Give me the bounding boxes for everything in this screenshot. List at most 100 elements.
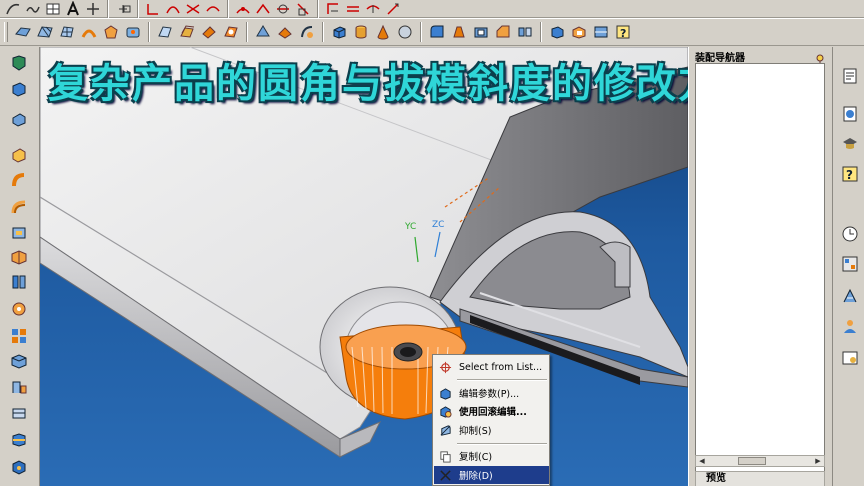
- rollback-edit-icon: [434, 402, 456, 420]
- assembly-navigator-tab-icon[interactable]: [839, 65, 861, 87]
- bridge-curve-icon[interactable]: [234, 1, 252, 17]
- sketch-tool-icon[interactable]: [9, 53, 29, 73]
- ruled-surface-icon[interactable]: [35, 22, 55, 42]
- toolbar-separator: [540, 22, 542, 42]
- help-tab-icon[interactable]: ?: [839, 163, 861, 185]
- spline-icon[interactable]: [24, 1, 42, 17]
- slot-icon[interactable]: [9, 272, 29, 292]
- extension-icon[interactable]: [199, 22, 219, 42]
- groove-icon[interactable]: [9, 299, 29, 319]
- datum-block-icon[interactable]: [9, 79, 29, 99]
- project-curve-icon[interactable]: [254, 1, 272, 17]
- navigator-title: 装配导航器: [695, 53, 745, 64]
- boss-icon[interactable]: [9, 197, 29, 217]
- delete-icon: [434, 466, 456, 484]
- thicken-icon[interactable]: [275, 22, 295, 42]
- unite-icon[interactable]: [547, 22, 567, 42]
- offset-icon[interactable]: [204, 1, 222, 17]
- extract-body-icon[interactable]: [9, 377, 29, 397]
- swept-icon[interactable]: [79, 22, 99, 42]
- trim-icon[interactable]: [184, 1, 202, 17]
- history-tab-icon[interactable]: [839, 223, 861, 245]
- crosshair-icon: [434, 358, 456, 376]
- menu-item-delete[interactable]: 删除(D): [434, 466, 549, 484]
- feature-pattern-icon[interactable]: [9, 326, 29, 346]
- part-navigator-tab-icon[interactable]: [839, 103, 861, 125]
- edit-curve-icon[interactable]: [384, 1, 402, 17]
- block-icon[interactable]: [329, 22, 349, 42]
- trimmed-sheet-icon[interactable]: [221, 22, 241, 42]
- curve-mesh-icon[interactable]: [57, 22, 77, 42]
- toolbar-separator: [227, 0, 229, 19]
- cone-icon[interactable]: [373, 22, 393, 42]
- offset-surface-icon[interactable]: [177, 22, 197, 42]
- pocket-icon[interactable]: [9, 223, 29, 243]
- text-icon[interactable]: [64, 0, 82, 17]
- model-scene[interactable]: YC ZC: [40, 47, 688, 486]
- plus-icon[interactable]: [84, 1, 102, 17]
- scroll-thumb[interactable]: [738, 457, 766, 465]
- web-browser-tab-icon[interactable]: [839, 347, 861, 369]
- graphics-viewport[interactable]: YC ZC: [40, 47, 688, 486]
- toolbar-separator: [137, 0, 139, 19]
- menu-item-rollback-edit[interactable]: 使用回滚编辑...: [434, 402, 549, 420]
- system-materials-tab-icon[interactable]: [839, 253, 861, 275]
- tube-icon[interactable]: [9, 403, 29, 423]
- edge-blend-icon[interactable]: [427, 22, 447, 42]
- sew-icon[interactable]: [253, 22, 273, 42]
- axis-label-yc: YC: [404, 222, 416, 232]
- scroll-right-icon[interactable]: ▶: [812, 456, 824, 466]
- trim-body-icon[interactable]: [9, 430, 29, 450]
- sculpt-icon[interactable]: [297, 22, 317, 42]
- process-studio-tab-icon[interactable]: [839, 285, 861, 307]
- extract-curve-icon[interactable]: [324, 1, 342, 17]
- mirror-feature-icon[interactable]: [9, 351, 29, 371]
- join-curve-icon[interactable]: [344, 1, 362, 17]
- mirror-icon[interactable]: [515, 22, 535, 42]
- roles-tab-icon[interactable]: [839, 315, 861, 337]
- hole-icon[interactable]: [9, 171, 29, 191]
- curve-red-icon[interactable]: [144, 1, 162, 17]
- preview-section[interactable]: 预览: [695, 471, 825, 486]
- toolbar-separator: [317, 0, 319, 19]
- pad-icon[interactable]: [9, 247, 29, 267]
- subtract-icon[interactable]: [569, 22, 589, 42]
- menu-item-copy[interactable]: 复制(C): [434, 447, 549, 465]
- sketch-curve-icon[interactable]: [4, 1, 22, 17]
- studio-surface-icon[interactable]: [123, 22, 143, 42]
- arc-icon[interactable]: [164, 1, 182, 17]
- toolbar-separator: [148, 22, 150, 42]
- revolve-icon[interactable]: [9, 145, 29, 165]
- reuse-library-tab-icon[interactable]: [839, 133, 861, 155]
- section-curve-icon[interactable]: [294, 1, 312, 17]
- menu-item-suppress[interactable]: 抑制(S): [434, 421, 549, 439]
- pin-icon[interactable]: [815, 49, 825, 64]
- intersect-curve-icon[interactable]: [274, 1, 292, 17]
- scroll-left-icon[interactable]: ◀: [696, 456, 708, 466]
- n-sided-surface-icon[interactable]: [101, 22, 121, 42]
- through-curves-icon[interactable]: [13, 22, 33, 42]
- split-curve-icon[interactable]: [364, 1, 382, 17]
- toolbar-separator: [322, 22, 324, 42]
- menu-separator: [457, 443, 547, 445]
- resource-bar: ?: [832, 47, 864, 486]
- help-icon[interactable]: ?: [613, 22, 633, 42]
- intersect-icon[interactable]: [591, 22, 611, 42]
- shell-icon[interactable]: [471, 22, 491, 42]
- toolbar-grip[interactable]: [4, 22, 8, 42]
- sphere-icon[interactable]: [395, 22, 415, 42]
- svg-text:?: ?: [620, 27, 626, 40]
- draft-icon[interactable]: [449, 22, 469, 42]
- extrude-icon[interactable]: [9, 109, 29, 129]
- navigator-tree[interactable]: [695, 63, 825, 486]
- cylinder-icon[interactable]: [351, 22, 371, 42]
- left-feature-toolbar: [0, 47, 40, 486]
- navigator-horizontal-scrollbar[interactable]: ◀ ▶: [695, 455, 825, 467]
- point-icon[interactable]: [114, 1, 132, 17]
- menu-item-edit-parameters[interactable]: 编辑参数(P)...: [434, 384, 549, 402]
- menu-item-select-from-list[interactable]: Select from List...: [434, 358, 549, 376]
- chamfer-icon[interactable]: [493, 22, 513, 42]
- bounded-plane-icon[interactable]: [155, 22, 175, 42]
- split-body-icon[interactable]: [9, 457, 29, 477]
- grid-icon[interactable]: [44, 1, 62, 17]
